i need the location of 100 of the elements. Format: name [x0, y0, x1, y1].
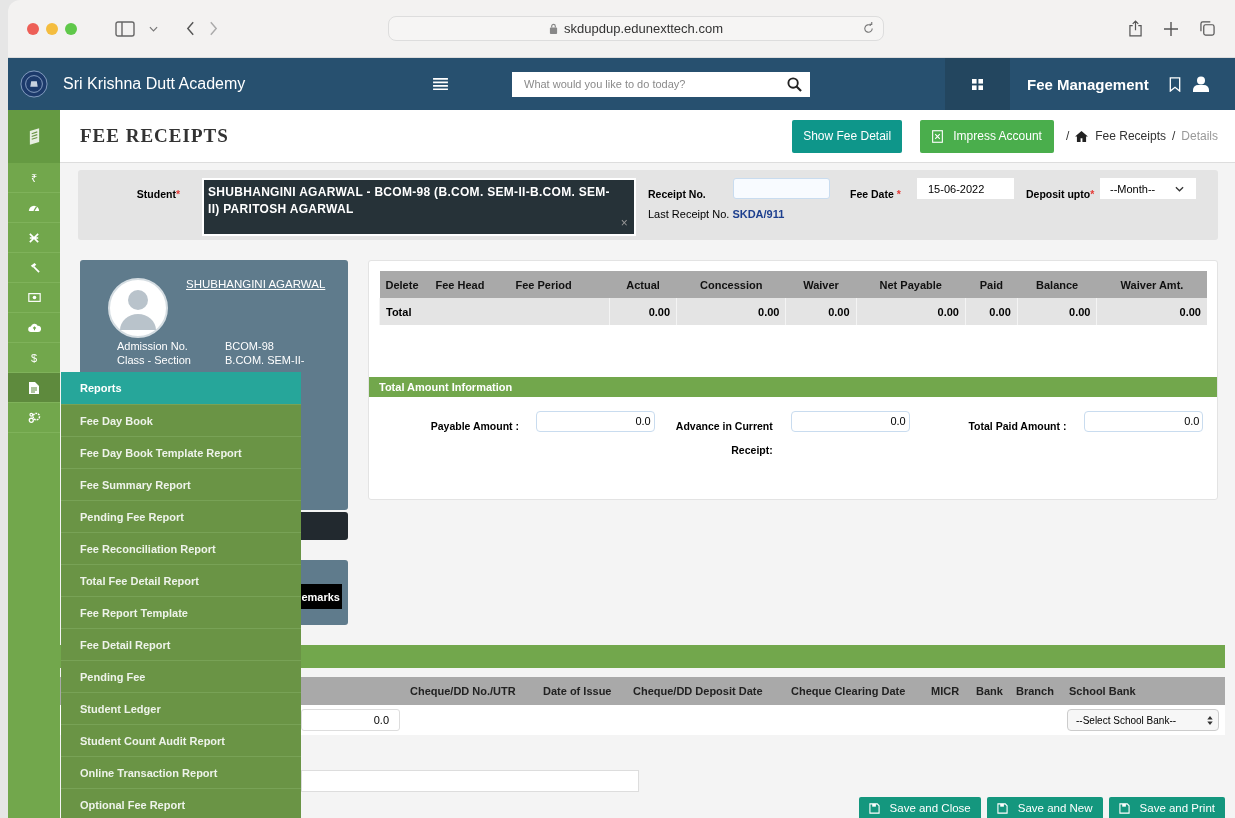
menu-item[interactable]: Pending Fee Report [61, 500, 301, 532]
search-icon[interactable] [787, 76, 802, 92]
receipt-number-field[interactable] [733, 178, 830, 199]
amount-field[interactable]: 0.0 [301, 709, 400, 731]
menu-item[interactable]: Optional Fee Report [61, 788, 301, 818]
plus-icon[interactable] [1164, 21, 1178, 36]
back-icon[interactable] [186, 21, 195, 36]
page-title: FEE RECEIPTS [80, 125, 229, 147]
url-text: skdupdup.edunexttech.com [564, 21, 723, 36]
avatar-icon [108, 278, 168, 338]
bookmark-icon[interactable] [1168, 76, 1181, 92]
table-cell: 0.00 [965, 298, 1018, 325]
menu-item[interactable]: Student Ledger [61, 692, 301, 724]
column-header: Waiver [785, 271, 857, 298]
save-button[interactable]: Save and New [986, 797, 1103, 818]
table-cell: Total [379, 298, 610, 325]
gears-icon [27, 412, 41, 423]
forward-icon[interactable] [209, 21, 218, 36]
save-icon [868, 802, 880, 814]
school-logo-icon [20, 70, 48, 98]
document-icon [29, 381, 39, 394]
month-select[interactable]: --Month-- [1100, 178, 1196, 199]
address-bar[interactable]: skdupdup.edunexttech.com [388, 16, 884, 41]
banknote-icon [27, 293, 41, 302]
chevron-down-icon[interactable] [149, 25, 158, 32]
section-header: Total Amount Information [369, 377, 1217, 397]
cross-icon [29, 232, 39, 243]
gavel-icon [28, 262, 40, 273]
student-name-link[interactable]: SHUBHANGINI AGARWAL [186, 278, 326, 290]
share-icon[interactable] [1129, 20, 1142, 37]
menu-item[interactable]: Fee Reconciliation Report [61, 532, 301, 564]
book-icon[interactable] [27, 127, 41, 146]
spreadsheet-icon [932, 129, 944, 143]
field-label: Student* [135, 187, 180, 202]
breadcrumb-separator: / [1171, 129, 1176, 143]
save-icon [1118, 802, 1130, 814]
menu-item[interactable]: Fee Detail Report [61, 628, 301, 660]
column-header: Concession [676, 271, 786, 298]
amount-field[interactable]: 0.0 [1084, 411, 1204, 432]
column-header: Bank [976, 685, 1004, 697]
save-button[interactable]: Save and Close [858, 797, 981, 818]
updown-icon [1207, 715, 1213, 725]
table-cell: 0.00 [785, 298, 857, 325]
table-cell: 0.00 [609, 298, 677, 325]
gauge-icon [28, 203, 40, 212]
column-header: Balance [1017, 271, 1097, 298]
menu-icon[interactable] [433, 77, 448, 91]
detail-label: Class - Section [117, 354, 192, 366]
search-field[interactable]: What would you like to do today? [512, 71, 810, 97]
sidebar-toggle-icon[interactable] [115, 20, 135, 37]
field-label: Deposit upto* [1026, 187, 1096, 200]
column-header: Waiver Amt. [1097, 271, 1207, 298]
column-header: MICR [931, 685, 961, 697]
save-icon [996, 802, 1008, 814]
menu-item[interactable]: Online Transaction Report [61, 756, 301, 788]
menu-item[interactable]: Fee Day Book Template Report [61, 436, 301, 468]
column-header: Branch [1016, 685, 1055, 697]
field-label: Receipt No. [648, 187, 707, 200]
zoom-window-button[interactable] [65, 22, 77, 35]
column-header: School Bank [1069, 685, 1136, 697]
column-header: Cheque/DD Deposit Date [633, 685, 764, 697]
menu-item[interactable]: Fee Report Template [61, 596, 301, 628]
reload-icon[interactable] [862, 22, 875, 35]
column-header: Paid [965, 271, 1018, 298]
clear-button[interactable]: × [620, 215, 628, 232]
show-fee-detail-button[interactable]: Show Fee Detail [792, 119, 903, 153]
amount-field[interactable]: 0.0 [536, 411, 655, 432]
menu-item[interactable]: Fee Summary Report [61, 468, 301, 500]
breadcrumb-link[interactable]: Fee Receipts [1075, 129, 1166, 143]
field-label: Fee Date * [850, 187, 902, 200]
user-icon[interactable] [1192, 76, 1209, 92]
sidebar-item[interactable] [8, 373, 60, 403]
cloud-upload-icon [27, 323, 41, 332]
save-button[interactable]: Save and Print [1108, 797, 1225, 818]
impress-account-button[interactable]: Impress Account [920, 119, 1054, 153]
tabs-icon[interactable] [1200, 21, 1215, 36]
menu-header: Reports [61, 372, 301, 404]
fee-date-field[interactable]: 15-06-2022 [917, 178, 1014, 199]
menu-item[interactable]: Student Count Audit Report [61, 724, 301, 756]
detail-value: BCOM-98 [225, 340, 274, 352]
text-field[interactable] [301, 770, 639, 792]
column-header: Cheque/DD No./UTR [410, 685, 517, 697]
school-bank-select[interactable]: --Select School Bank-- [1067, 709, 1219, 731]
menu-item[interactable]: Pending Fee [61, 660, 301, 692]
last-receipt-text: Last Receipt No. SKDA/911 [648, 208, 786, 220]
detail-value: B.COM. SEM-II- [225, 354, 305, 366]
grid-icon [972, 78, 983, 90]
table-cell: 0.00 [1017, 298, 1097, 325]
amount-field[interactable]: 0.0 [790, 411, 910, 432]
close-window-button[interactable] [27, 22, 39, 35]
field-label: Total Paid Amount : [967, 419, 1067, 434]
student-select[interactable]: SHUBHANGINI AGARWAL - BCOM-98 (B.COM. SEM-II-B.COM. SEM-II) PARITOSH AGARWAL × [202, 178, 636, 236]
column-header: Fee Head [429, 271, 510, 298]
table-cell: 0.00 [1097, 298, 1207, 325]
menu-item[interactable]: Fee Day Book [61, 404, 301, 436]
apps-button[interactable] [945, 58, 1010, 110]
table-cell: 0.00 [676, 298, 786, 325]
detail-label: Admission No. [117, 340, 189, 352]
field-label: Advance in Current Receipt: [674, 419, 773, 458]
menu-item[interactable]: Total Fee Detail Report [61, 564, 301, 596]
